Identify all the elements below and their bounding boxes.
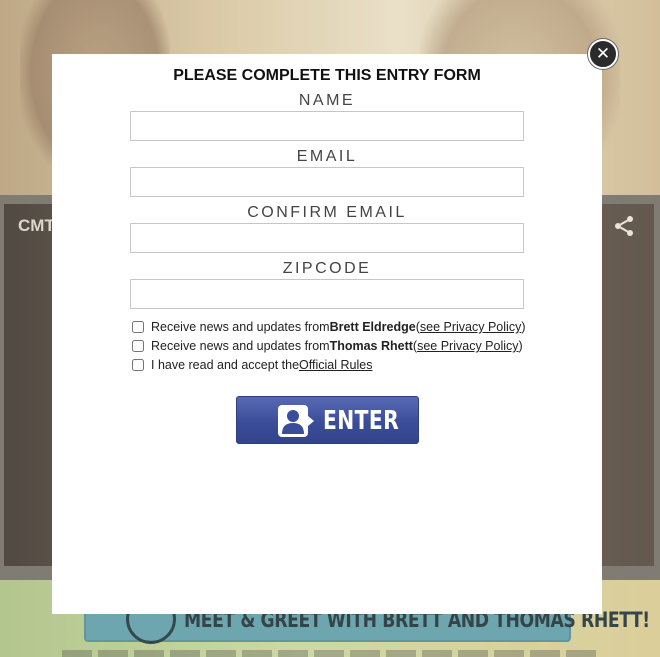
enter-button-label: ENTER bbox=[323, 406, 400, 436]
optin-brett-row: Receive news and updates from Brett Eldr… bbox=[132, 319, 526, 335]
confirm-email-input[interactable] bbox=[130, 223, 524, 253]
email-input[interactable] bbox=[130, 167, 524, 197]
enter-button[interactable]: ENTER bbox=[236, 396, 419, 444]
close-icon: ✕ bbox=[595, 43, 611, 64]
name-label: NAME bbox=[298, 92, 356, 109]
name-input[interactable] bbox=[130, 111, 524, 141]
user-entry-icon bbox=[278, 405, 314, 437]
privacy-policy-link-thomas[interactable]: see Privacy Policy bbox=[417, 339, 518, 353]
optin-brett-checkbox[interactable] bbox=[132, 321, 144, 333]
email-label: EMAIL bbox=[296, 148, 358, 165]
optin-brett-name: Brett Eldredge bbox=[329, 320, 416, 334]
optin-thomas-suffix: ) bbox=[518, 339, 523, 353]
optin-thomas-row: Receive news and updates from Thomas Rhe… bbox=[132, 338, 523, 354]
close-modal-button[interactable]: ✕ bbox=[588, 39, 618, 69]
rules-prefix: I have read and accept the bbox=[151, 358, 300, 372]
optin-thomas-prefix: Receive news and updates from bbox=[151, 339, 330, 353]
confirm-email-label: CONFIRM EMAIL bbox=[247, 204, 407, 221]
modal-title: PLEASE COMPLETE THIS ENTRY FORM bbox=[173, 67, 481, 84]
rules-checkbox[interactable] bbox=[132, 359, 144, 371]
zipcode-input[interactable] bbox=[130, 279, 524, 309]
rules-row: I have read and accept the Official Rule… bbox=[132, 357, 372, 373]
optin-thomas-checkbox[interactable] bbox=[132, 340, 144, 352]
zipcode-label: ZIPCODE bbox=[282, 260, 372, 277]
optin-thomas-name: Thomas Rhett bbox=[329, 339, 413, 353]
optin-brett-prefix: Receive news and updates from bbox=[151, 320, 330, 334]
entry-form-modal: PLEASE COMPLETE THIS ENTRY FORM NAME EMA… bbox=[52, 54, 602, 614]
privacy-policy-link-brett[interactable]: see Privacy Policy bbox=[420, 320, 521, 334]
official-rules-link[interactable]: Official Rules bbox=[299, 358, 372, 372]
optin-brett-suffix: ) bbox=[521, 320, 526, 334]
